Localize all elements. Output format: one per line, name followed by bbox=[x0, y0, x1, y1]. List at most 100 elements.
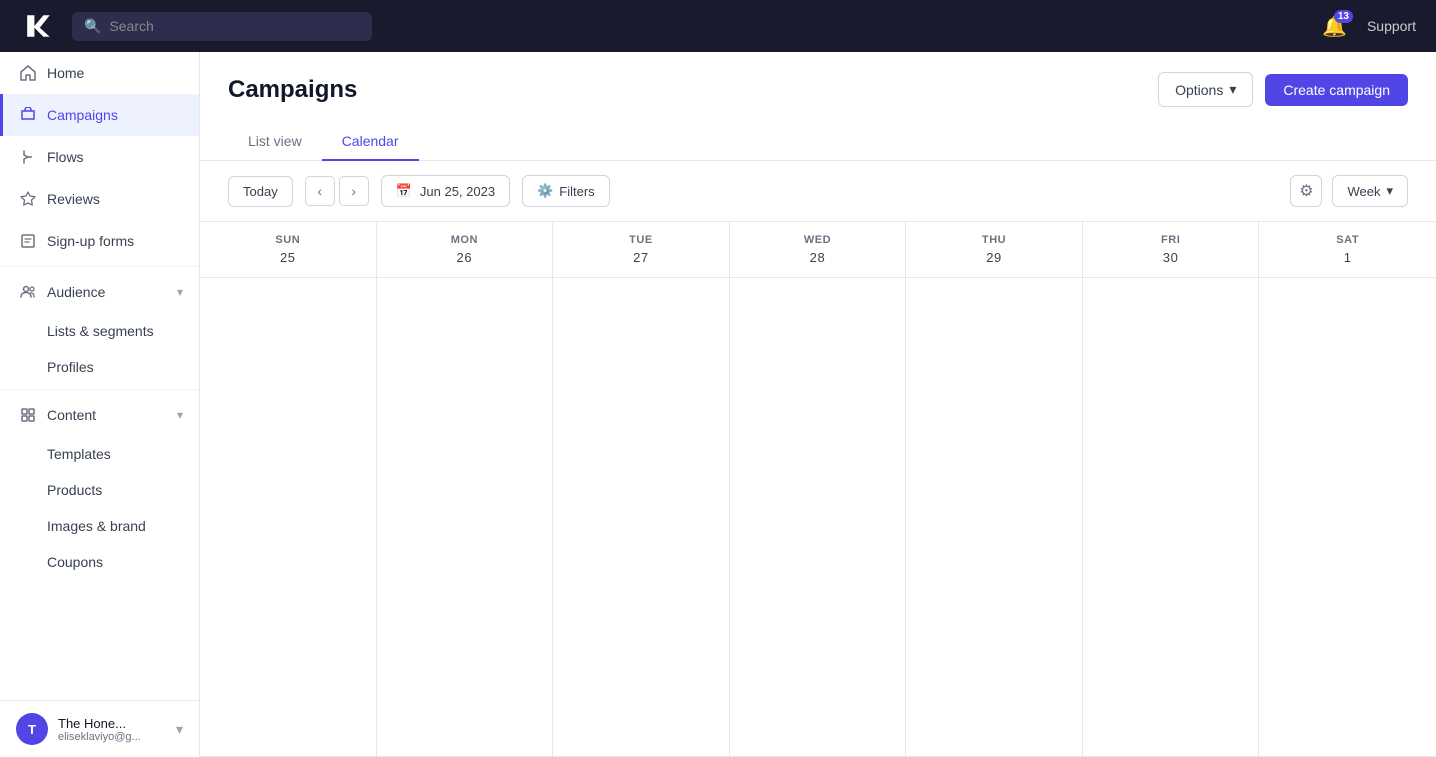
options-chevron-icon: ▾ bbox=[1229, 81, 1236, 98]
sidebar-content-section[interactable]: Content ▾ bbox=[0, 394, 199, 436]
page-header: Campaigns Options ▾ Create campaign List… bbox=[200, 52, 1436, 161]
audience-icon bbox=[19, 283, 37, 301]
sidebar-item-reviews[interactable]: Reviews bbox=[0, 178, 199, 220]
sidebar-item-campaigns[interactable]: Campaigns bbox=[0, 94, 199, 136]
calendar-icon: 📅 bbox=[396, 183, 412, 199]
home-icon bbox=[19, 64, 37, 82]
avatar: T bbox=[16, 713, 48, 745]
notification-button[interactable]: 🔔 13 bbox=[1322, 14, 1347, 39]
sidebar-item-signup-forms[interactable]: Sign-up forms bbox=[0, 220, 199, 262]
page-title: Campaigns bbox=[228, 76, 357, 104]
calendar-day-header-tue: TUE27 bbox=[553, 222, 730, 277]
calendar-settings-button[interactable]: ⚙ bbox=[1290, 175, 1322, 207]
sidebar-item-products[interactable]: Products bbox=[0, 472, 199, 508]
main-layout: Home Campaigns Flows Reviews bbox=[0, 52, 1436, 757]
calendar-grid: SUN25MON26TUE27WED28THU29FRI30SAT1 bbox=[200, 222, 1436, 757]
search-icon: 🔍 bbox=[84, 18, 101, 35]
prev-arrow-icon: ‹ bbox=[317, 183, 322, 199]
create-campaign-button[interactable]: Create campaign bbox=[1265, 74, 1408, 106]
user-name: The Hone... bbox=[58, 716, 166, 731]
sidebar-item-coupons[interactable]: Coupons bbox=[0, 544, 199, 580]
calendar-day-header-thu: THU29 bbox=[906, 222, 1083, 277]
calendar-cell-sun[interactable] bbox=[200, 278, 377, 757]
content-icon bbox=[19, 406, 37, 424]
filter-icon: ⚙️ bbox=[537, 183, 553, 199]
calendar-day-header-sun: SUN25 bbox=[200, 222, 377, 277]
options-label: Options bbox=[1175, 82, 1223, 98]
support-link[interactable]: Support bbox=[1367, 18, 1416, 34]
images-brand-label: Images & brand bbox=[47, 518, 146, 534]
profiles-label: Profiles bbox=[47, 359, 94, 375]
settings-icon: ⚙ bbox=[1299, 181, 1313, 201]
calendar-cell-fri[interactable] bbox=[1083, 278, 1260, 757]
sidebar-item-lists-segments[interactable]: Lists & segments bbox=[0, 313, 199, 349]
header-actions: Options ▾ Create campaign bbox=[1158, 72, 1408, 107]
prev-arrow-button[interactable]: ‹ bbox=[305, 176, 335, 206]
search-input[interactable] bbox=[109, 18, 360, 34]
calendar-day-header-mon: MON26 bbox=[377, 222, 554, 277]
next-arrow-icon: › bbox=[351, 183, 356, 199]
lists-segments-label: Lists & segments bbox=[47, 323, 154, 339]
templates-label: Templates bbox=[47, 446, 111, 462]
calendar-cell-thu[interactable] bbox=[906, 278, 1083, 757]
create-campaign-label: Create campaign bbox=[1283, 82, 1390, 98]
page-header-row: Campaigns Options ▾ Create campaign bbox=[228, 72, 1408, 107]
content-label: Content bbox=[47, 407, 96, 423]
user-chevron-icon: ▾ bbox=[176, 721, 183, 738]
sidebar-item-profiles[interactable]: Profiles bbox=[0, 349, 199, 385]
tabs: List view Calendar bbox=[228, 123, 1408, 160]
calendar-cell-sat[interactable] bbox=[1259, 278, 1436, 757]
sidebar-divider-2 bbox=[0, 389, 199, 390]
sidebar-audience-section[interactable]: Audience ▾ bbox=[0, 271, 199, 313]
user-profile-footer[interactable]: T The Hone... eliseklaviyo@g... ▾ bbox=[0, 700, 199, 757]
calendar-day-header-wed: WED28 bbox=[730, 222, 907, 277]
products-label: Products bbox=[47, 482, 102, 498]
sidebar-item-campaigns-label: Campaigns bbox=[47, 107, 118, 123]
user-email: eliseklaviyo@g... bbox=[58, 731, 166, 743]
coupons-label: Coupons bbox=[47, 554, 103, 570]
sidebar-item-reviews-label: Reviews bbox=[47, 191, 100, 207]
campaigns-icon bbox=[19, 106, 37, 124]
filters-button[interactable]: ⚙️ Filters bbox=[522, 175, 610, 207]
flows-icon bbox=[19, 148, 37, 166]
sidebar-item-flows[interactable]: Flows bbox=[0, 136, 199, 178]
calendar-cell-wed[interactable] bbox=[730, 278, 907, 757]
calendar-day-header-sat: SAT1 bbox=[1259, 222, 1436, 277]
filters-label: Filters bbox=[559, 184, 594, 199]
content-chevron-icon: ▾ bbox=[177, 408, 183, 422]
calendar-day-header-fri: FRI30 bbox=[1083, 222, 1260, 277]
audience-label: Audience bbox=[47, 284, 105, 300]
tab-list-view[interactable]: List view bbox=[228, 123, 322, 161]
tab-calendar[interactable]: Calendar bbox=[322, 123, 419, 161]
signup-forms-icon bbox=[19, 232, 37, 250]
sidebar-item-images-brand[interactable]: Images & brand bbox=[0, 508, 199, 544]
date-picker-button[interactable]: 📅 Jun 25, 2023 bbox=[381, 175, 510, 207]
week-dropdown-button[interactable]: Week ▾ bbox=[1332, 175, 1408, 207]
sidebar-item-home-label: Home bbox=[47, 65, 84, 81]
calendar-cell-tue[interactable] bbox=[553, 278, 730, 757]
toolbar-right: ⚙ Week ▾ bbox=[1290, 175, 1408, 207]
sidebar-item-templates[interactable]: Templates bbox=[0, 436, 199, 472]
logo[interactable] bbox=[20, 8, 56, 44]
content-area: Campaigns Options ▾ Create campaign List… bbox=[200, 52, 1436, 757]
sidebar-item-home[interactable]: Home bbox=[0, 52, 199, 94]
calendar-header-row: SUN25MON26TUE27WED28THU29FRI30SAT1 bbox=[200, 222, 1436, 278]
nav-arrows: ‹ › bbox=[305, 176, 369, 206]
next-arrow-button[interactable]: › bbox=[339, 176, 369, 206]
search-bar[interactable]: 🔍 bbox=[72, 12, 372, 41]
nav-right: 🔔 13 Support bbox=[1322, 14, 1416, 39]
week-label: Week bbox=[1347, 184, 1380, 199]
sidebar-divider-1 bbox=[0, 266, 199, 267]
calendar-cell-mon[interactable] bbox=[377, 278, 554, 757]
notification-badge: 13 bbox=[1334, 10, 1353, 23]
sidebar: Home Campaigns Flows Reviews bbox=[0, 52, 200, 757]
today-button[interactable]: Today bbox=[228, 176, 293, 207]
top-navigation: 🔍 🔔 13 Support bbox=[0, 0, 1436, 52]
calendar-body bbox=[200, 278, 1436, 757]
reviews-icon bbox=[19, 190, 37, 208]
audience-chevron-icon: ▾ bbox=[177, 285, 183, 299]
week-chevron-icon: ▾ bbox=[1386, 183, 1393, 199]
options-button[interactable]: Options ▾ bbox=[1158, 72, 1253, 107]
calendar-toolbar: Today ‹ › 📅 Jun 25, 2023 ⚙️ Filters ⚙ bbox=[200, 161, 1436, 222]
date-display: Jun 25, 2023 bbox=[420, 184, 495, 199]
